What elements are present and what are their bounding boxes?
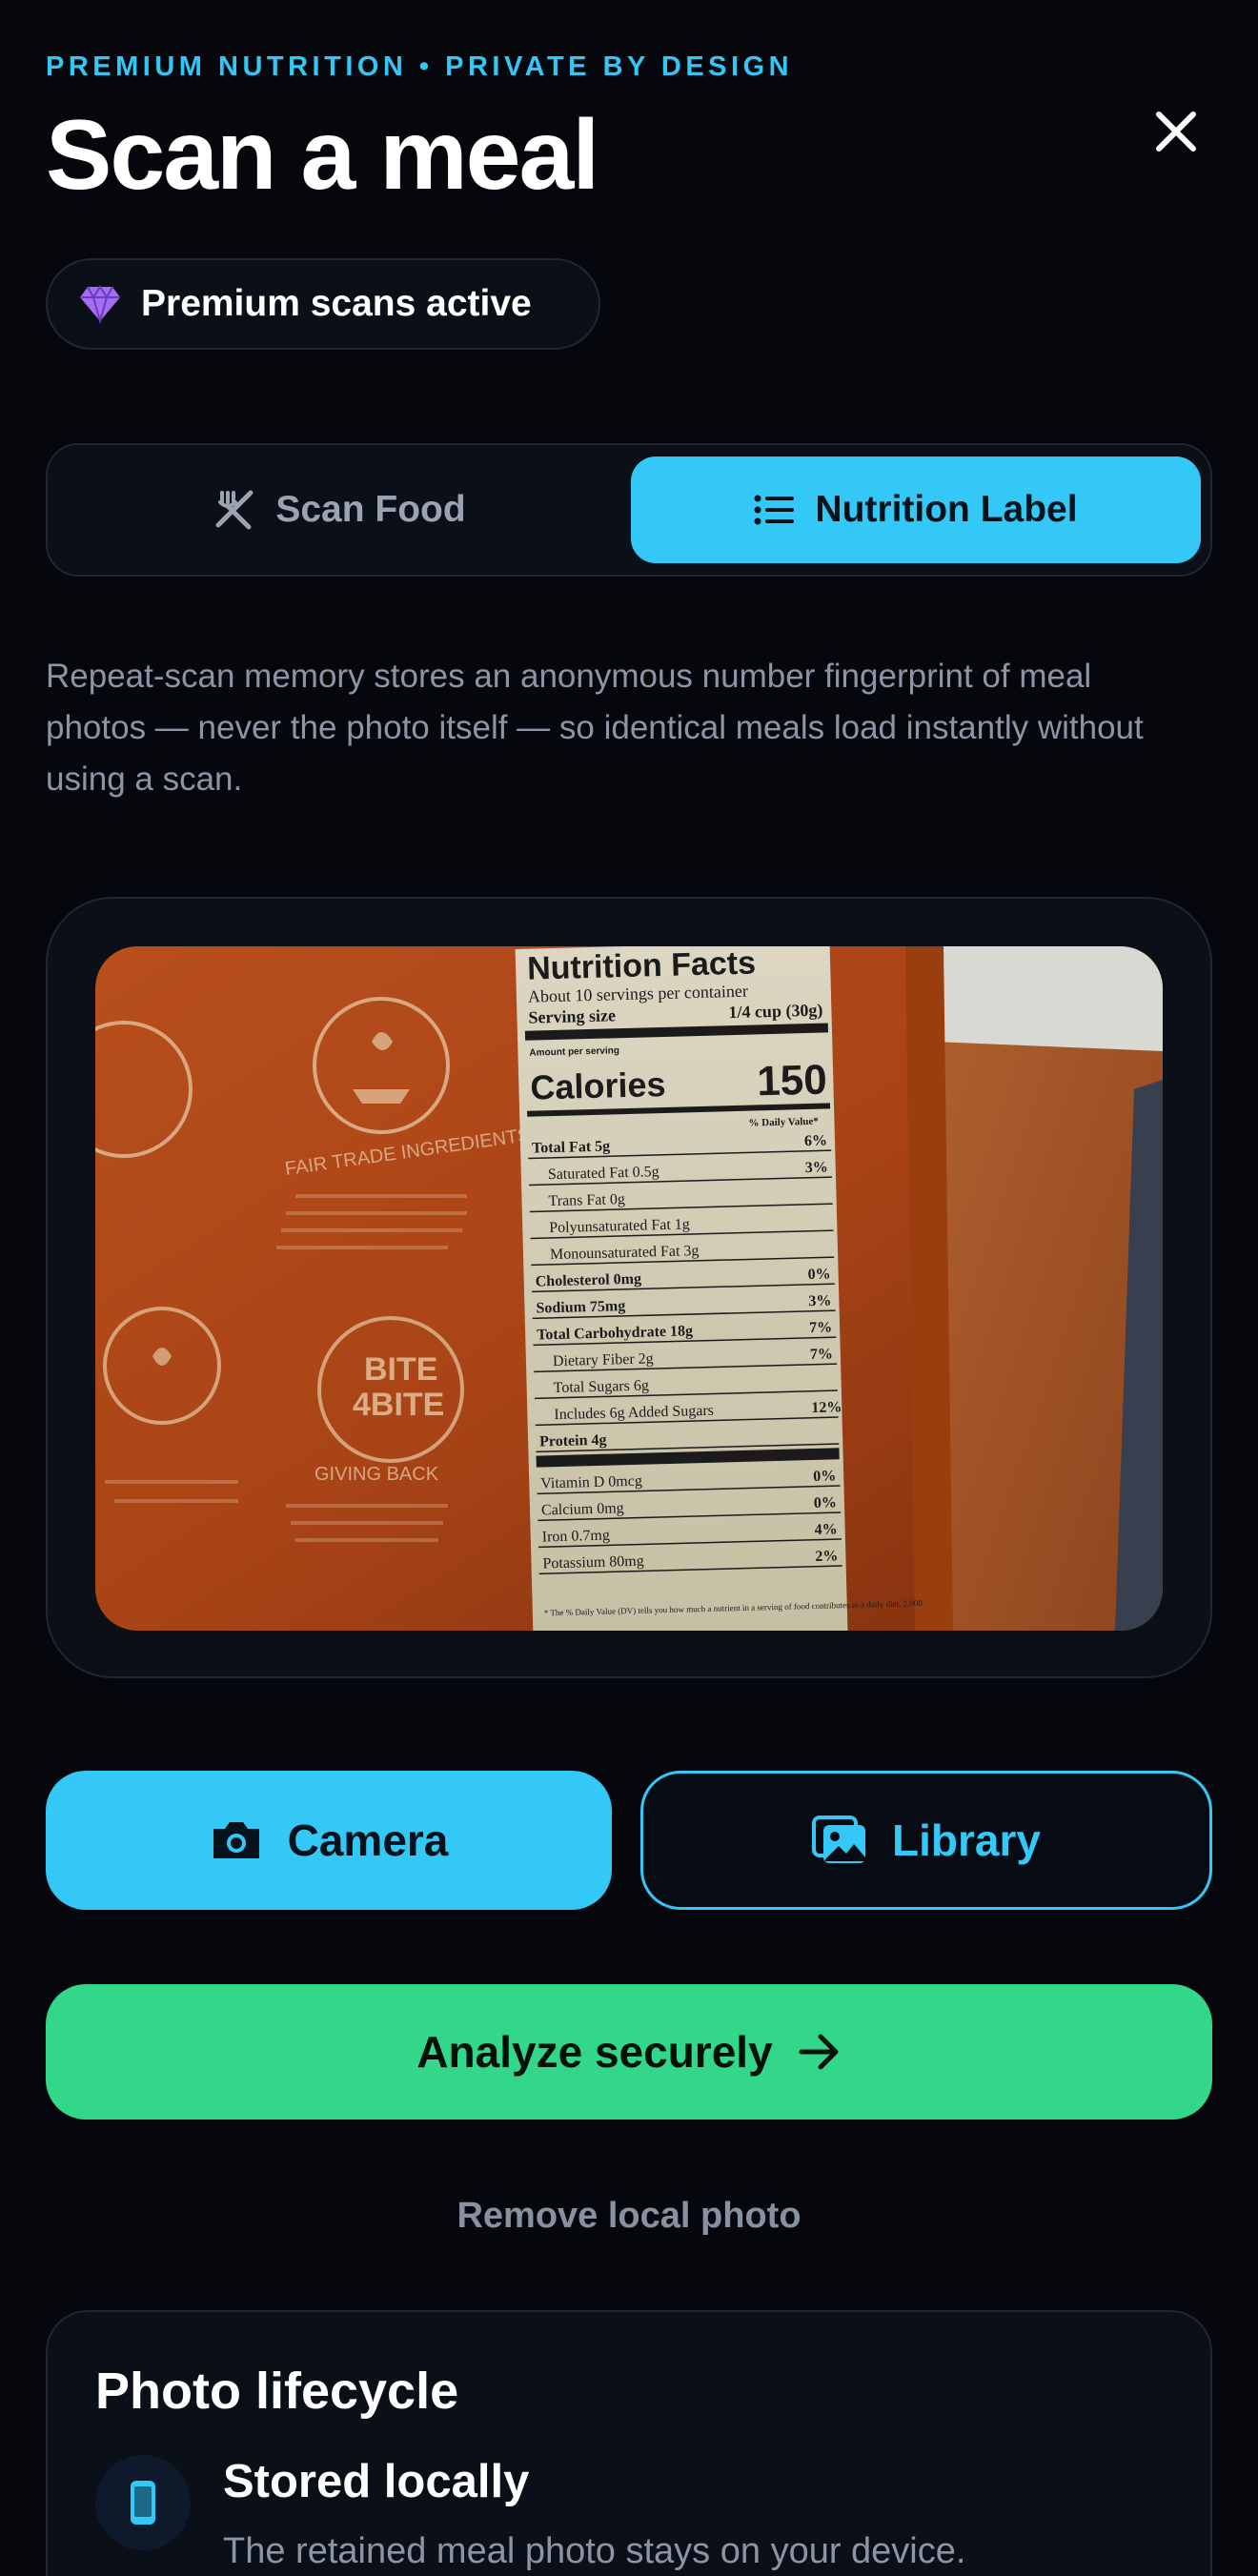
list-icon	[754, 495, 795, 525]
tab-scan-food[interactable]: Scan Food	[59, 456, 619, 563]
photo-preview-card: FAIR TRADE INGREDIENTS BITE 4BITE GIVING…	[46, 897, 1212, 1678]
tab-scan-food-label: Scan Food	[275, 489, 466, 530]
scan-mode-toggle: Scan Food Nutrition Label	[46, 443, 1212, 577]
camera-button[interactable]: Camera	[46, 1771, 612, 1910]
premium-status-label: Premium scans active	[141, 283, 532, 324]
lifecycle-step-text: The retained meal photo stays on your de…	[223, 2531, 966, 2571]
tab-nutrition-label-text: Nutrition Label	[815, 489, 1078, 530]
close-icon	[1156, 112, 1196, 152]
diamond-icon	[80, 285, 120, 323]
lifecycle-step-icon	[95, 2455, 191, 2550]
analyze-button[interactable]: Analyze securely	[46, 1984, 1212, 2120]
fork-knife-icon	[215, 490, 254, 530]
tab-nutrition-label[interactable]: Nutrition Label	[631, 456, 1201, 563]
page-title: Scan a meal	[46, 100, 599, 211]
arrow-right-icon	[799, 2034, 839, 2070]
photo-lifecycle-card: Photo lifecycle Stored locally The retai…	[46, 2310, 1212, 2576]
phone-icon	[131, 2481, 155, 2525]
privacy-description: Repeat-scan memory stores an anonymous n…	[46, 658, 1144, 798]
library-button[interactable]: Library	[640, 1771, 1212, 1910]
camera-button-label: Camera	[287, 1815, 449, 1865]
header-kicker: PREMIUM NUTRITION • PRIVATE BY DESIGN	[46, 51, 794, 82]
lifecycle-step-title: Stored locally	[223, 2456, 530, 2507]
photo-library-icon	[812, 1815, 866, 1863]
camera-icon	[213, 1822, 259, 1858]
library-button-label: Library	[892, 1815, 1041, 1865]
premium-status-badge: Premium scans active	[46, 258, 600, 350]
close-button[interactable]	[1144, 99, 1208, 164]
meal-photo-preview: FAIR TRADE INGREDIENTS BITE 4BITE GIVING…	[95, 946, 1163, 1631]
remove-local-photo-link[interactable]: Remove local photo	[0, 2196, 1258, 2237]
analyze-button-label: Analyze securely	[416, 2027, 773, 2077]
photo-lifecycle-title: Photo lifecycle	[95, 2363, 459, 2420]
